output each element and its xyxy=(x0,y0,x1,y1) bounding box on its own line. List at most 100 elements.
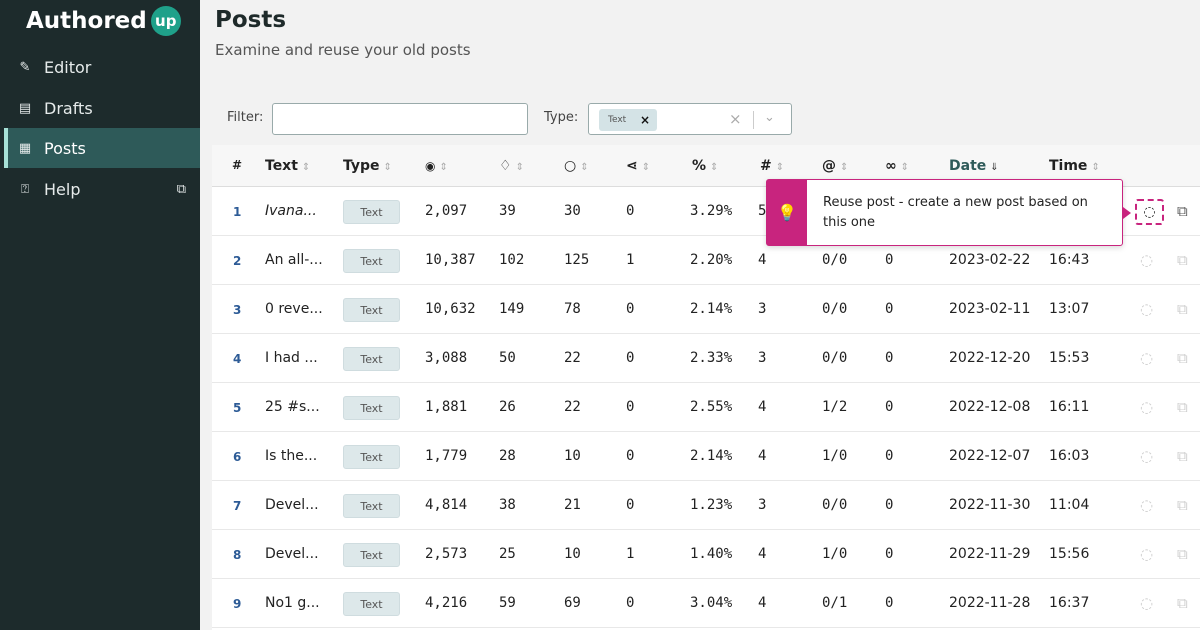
sidebar-item-label: Help xyxy=(44,179,81,199)
open-post-link-icon[interactable]: ⧉ xyxy=(1177,251,1188,269)
cell-text[interactable]: Devel... xyxy=(265,497,319,513)
col-text[interactable]: Text ⇕ xyxy=(265,158,310,174)
reuse-post-button[interactable]: ◌ xyxy=(1140,300,1153,318)
sidebar-item-posts[interactable]: ▦ Posts xyxy=(4,128,200,168)
open-post-link-icon[interactable]: ⧉ xyxy=(1177,545,1188,563)
cell-text[interactable]: Ivana... xyxy=(265,203,317,219)
cell-num: 5 xyxy=(233,401,242,415)
col-hashtags[interactable]: # ⇕ xyxy=(760,158,784,174)
type-select[interactable]: Text × × ⌄ xyxy=(588,103,792,135)
col-date-label: Date xyxy=(949,158,987,174)
type-label: Type: xyxy=(544,110,579,125)
col-type[interactable]: Type ⇕ xyxy=(343,158,392,174)
cell-num: 1 xyxy=(233,205,242,219)
reuse-post-button[interactable]: ◌ xyxy=(1140,398,1153,416)
chevron-down-icon[interactable]: ⌄ xyxy=(764,110,775,125)
cell-hashtags: 3 xyxy=(758,497,767,513)
table-row[interactable]: 9 No1 g... 4,216 59 69 0 3.04% 4 0/1 0 2022-11-28 1… xyxy=(212,579,1200,628)
reuse-post-button[interactable]: ◌ xyxy=(1140,349,1153,367)
cell-shares: 0 xyxy=(626,497,635,513)
cell-text[interactable]: 25 #s... xyxy=(265,399,320,415)
type-tag: Text xyxy=(343,298,400,322)
col-num: # xyxy=(232,158,243,172)
cell-num: 6 xyxy=(233,450,242,464)
table-row[interactable]: 7 Devel... 4,814 38 21 0 1.23% 3 0/0 0 2022-11-30 1… xyxy=(212,481,1200,530)
app-logo[interactable]: Authored up xyxy=(26,6,181,36)
cell-date: 2022-11-29 xyxy=(949,546,1031,562)
cell-num: 7 xyxy=(233,499,242,513)
page-subtitle: Examine and reuse your old posts xyxy=(215,41,471,59)
col-likes[interactable]: ♢ ⇕ xyxy=(499,158,524,174)
cell-likes: 59 xyxy=(499,595,516,611)
cell-date: 2022-12-20 xyxy=(949,350,1031,366)
cell-likes: 39 xyxy=(499,203,516,219)
open-post-link-icon[interactable]: ⧉ xyxy=(1177,447,1188,465)
clear-icon[interactable]: × xyxy=(729,110,742,128)
col-mentions-label: @ xyxy=(822,158,836,174)
cell-comments: 22 xyxy=(564,350,581,366)
open-post-link-icon[interactable]: ⧉ xyxy=(1177,496,1188,514)
sidebar-item-help[interactable]: ⍰ Help ⧉ xyxy=(4,169,200,209)
cell-likes: 25 xyxy=(499,546,516,562)
chip-remove-icon[interactable]: × xyxy=(640,113,650,127)
open-post-link-icon[interactable]: ⧉ xyxy=(1177,349,1188,367)
sort-icon: ⇕ xyxy=(775,162,785,173)
cell-mentions: 0/0 xyxy=(822,497,848,513)
reuse-post-button-highlighted[interactable]: ◌ xyxy=(1135,199,1164,225)
open-post-link-icon[interactable]: ⧉ xyxy=(1177,300,1188,318)
posts-icon: ▦ xyxy=(18,140,32,156)
sort-icon: ⇕ xyxy=(383,162,392,173)
filter-input[interactable] xyxy=(272,103,528,135)
cell-date: 2022-12-07 xyxy=(949,448,1031,464)
reuse-post-button[interactable]: ◌ xyxy=(1140,251,1153,269)
col-time-label: Time xyxy=(1049,158,1088,174)
col-mentions[interactable]: @ ⇕ xyxy=(822,158,848,174)
cell-text[interactable]: An all-... xyxy=(265,252,323,268)
table-row[interactable]: 3 0 reve... 10,632 149 78 0 2.14% 3 0/0 0 2023-02-… xyxy=(212,285,1200,334)
sidebar-item-drafts[interactable]: ▤ Drafts xyxy=(4,88,200,128)
col-text-label: Text xyxy=(265,158,298,174)
reuse-post-button[interactable]: ◌ xyxy=(1140,496,1153,514)
type-tag: Text xyxy=(343,249,400,273)
open-post-link-icon[interactable]: ⧉ xyxy=(1177,202,1188,220)
type-tag: Text xyxy=(343,543,400,567)
cell-hashtags: 3 xyxy=(758,301,767,317)
cell-text[interactable]: Devel... xyxy=(265,546,319,562)
cell-text[interactable]: I had ... xyxy=(265,350,318,366)
cell-likes: 38 xyxy=(499,497,516,513)
sidebar-item-editor[interactable]: ✎ Editor xyxy=(4,47,200,87)
table-row[interactable]: 5 25 #s... 1,881 26 22 0 2.55% 4 1/2 0 2022-12-08 1… xyxy=(212,383,1200,432)
help-icon: ⍰ xyxy=(21,181,29,197)
col-views[interactable]: ◉ ⇕ xyxy=(425,158,448,174)
reuse-post-button[interactable]: ◌ xyxy=(1140,447,1153,465)
col-comments[interactable]: ○ ⇕ xyxy=(564,158,589,174)
cell-percent: 1.40% xyxy=(690,546,733,562)
col-percent[interactable]: % ⇕ xyxy=(692,158,718,174)
table-row[interactable]: 6 Is the... 1,779 28 10 0 2.14% 4 1/0 0 2022-12-07… xyxy=(212,432,1200,481)
sidebar-item-label: Drafts xyxy=(44,98,93,118)
cell-time: 15:53 xyxy=(1049,350,1090,366)
cell-likes: 102 xyxy=(499,252,525,268)
col-time[interactable]: Time ⇕ xyxy=(1049,158,1100,174)
reuse-post-button[interactable]: ◌ xyxy=(1140,545,1153,563)
cell-text[interactable]: No1 g... xyxy=(265,595,320,611)
cell-text[interactable]: 0 reve... xyxy=(265,301,323,317)
col-type-label: Type xyxy=(343,158,380,174)
table-row[interactable]: 8 Devel... 2,573 25 10 1 1.40% 4 1/0 0 2022-11-29 1… xyxy=(212,530,1200,579)
cell-shares: 0 xyxy=(626,595,635,611)
cell-links: 0 xyxy=(885,546,894,562)
open-post-link-icon[interactable]: ⧉ xyxy=(1177,594,1188,612)
cell-likes: 149 xyxy=(499,301,525,317)
col-shares[interactable]: ⋖ ⇕ xyxy=(626,158,650,174)
cell-likes: 50 xyxy=(499,350,516,366)
reuse-post-button[interactable]: ◌ xyxy=(1140,594,1153,612)
cell-text[interactable]: Is the... xyxy=(265,448,317,464)
cell-comments: 22 xyxy=(564,399,581,415)
col-date[interactable]: Date ⇓ xyxy=(949,158,999,174)
type-chip-label: Text xyxy=(608,115,627,125)
table-row[interactable]: 4 I had ... 3,088 50 22 0 2.33% 3 0/0 0 2022-12-20… xyxy=(212,334,1200,383)
open-post-link-icon[interactable]: ⧉ xyxy=(1177,398,1188,416)
cell-shares: 1 xyxy=(626,252,635,268)
col-links[interactable]: ∞ ⇕ xyxy=(885,158,909,174)
cell-views: 1,881 xyxy=(425,399,468,415)
